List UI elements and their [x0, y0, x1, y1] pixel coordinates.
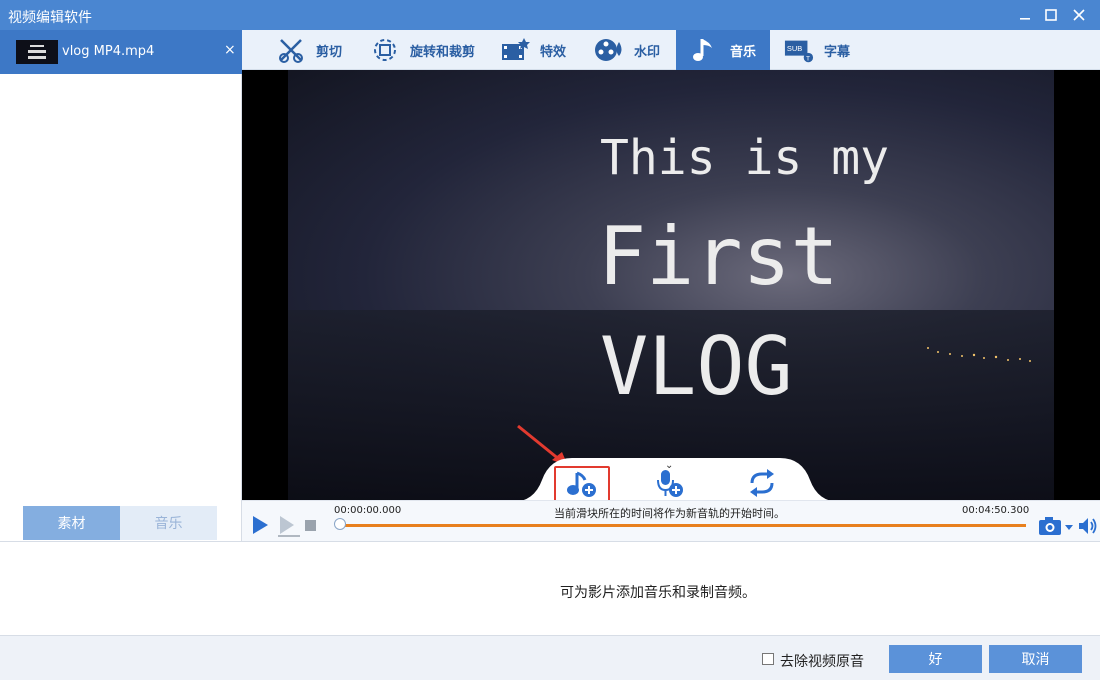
media-sidebar: vlog MP4.mp4 × 素材 音乐: [0, 30, 242, 541]
info-text: 可为影片添加音乐和录制音频。: [560, 585, 756, 601]
tab-subtitle[interactable]: SUB T 字幕: [784, 30, 850, 70]
tab-music[interactable]: 音乐: [120, 506, 217, 540]
play-icon[interactable]: [250, 515, 270, 539]
music-tools-panel: ⌄: [512, 458, 840, 502]
subtitle-icon: SUB T: [784, 35, 814, 65]
window-title: 视频编辑软件: [8, 10, 92, 26]
tab-materials[interactable]: 素材: [23, 506, 120, 540]
video-frame: This is my First VLOG: [288, 70, 1054, 500]
city-lights: [927, 347, 1031, 362]
music-icon: [690, 35, 720, 65]
minimize-icon[interactable]: [1014, 4, 1036, 26]
cut-icon: [276, 35, 306, 65]
video-text-line2: First: [598, 210, 839, 303]
time-end: 00:04:50.300: [962, 505, 1030, 516]
timeline-track[interactable]: [340, 524, 1026, 527]
close-icon[interactable]: [1068, 4, 1090, 26]
title-bar: 视频编辑软件: [0, 0, 1100, 30]
record-audio-icon: [657, 470, 683, 497]
rotate-crop-icon: [370, 35, 400, 65]
tab-cut[interactable]: 剪切: [276, 30, 342, 70]
file-name: vlog MP4.mp4: [62, 44, 155, 59]
bottom-bar: 去除视频原音 好 取消: [0, 635, 1100, 680]
maximize-icon[interactable]: [1040, 4, 1062, 26]
info-panel: 可为影片添加音乐和录制音频。: [0, 541, 1100, 635]
tab-music-edit[interactable]: 音乐: [676, 30, 770, 70]
file-thumbnail: [16, 40, 58, 64]
watermark-icon: [594, 35, 624, 65]
timeline-slider-handle[interactable]: [334, 518, 346, 530]
loop-icon: [750, 469, 774, 497]
camera-icon[interactable]: [1038, 515, 1074, 541]
video-text-line3: VLOG: [600, 320, 793, 413]
timeline-hint: 当前滑块所在的时间将作为新音轨的开始时间。: [554, 507, 785, 520]
svg-text:SUB: SUB: [787, 44, 802, 53]
remove-file-icon[interactable]: ×: [224, 42, 236, 58]
video-preview: This is my First VLOG: [242, 70, 1100, 500]
timeline-bar: 00:00:00.000 当前滑块所在的时间将作为新音轨的开始时间。 00:04…: [242, 500, 1100, 541]
tab-rotate-crop[interactable]: 旋转和裁剪: [370, 30, 475, 70]
cancel-button[interactable]: 取消: [989, 645, 1082, 673]
svg-text:T: T: [806, 55, 810, 62]
add-music-button[interactable]: [554, 466, 610, 502]
remove-original-audio-label: 去除视频原音: [780, 654, 864, 670]
play-next-icon[interactable]: [278, 515, 302, 541]
sidebar-tabs: 素材 音乐: [23, 506, 218, 540]
record-audio-button[interactable]: [652, 468, 688, 498]
ok-button[interactable]: 好: [889, 645, 982, 673]
stop-icon[interactable]: [305, 520, 316, 531]
add-music-icon: [567, 471, 596, 497]
remove-original-audio-checkbox[interactable]: [762, 653, 774, 665]
video-text-line1: This is my: [600, 130, 889, 186]
media-file-item[interactable]: vlog MP4.mp4 ×: [0, 30, 242, 74]
edit-toolbar: 剪切 旋转和裁剪 特效 水印 音乐 SUB T 字幕: [242, 30, 1100, 70]
tab-effects[interactable]: 特效: [500, 30, 566, 70]
effects-icon: [500, 35, 530, 65]
volume-icon[interactable]: [1078, 517, 1098, 539]
loop-button[interactable]: [744, 468, 780, 498]
tab-watermark[interactable]: 水印: [594, 30, 660, 70]
time-start: 00:00:00.000: [334, 505, 402, 516]
